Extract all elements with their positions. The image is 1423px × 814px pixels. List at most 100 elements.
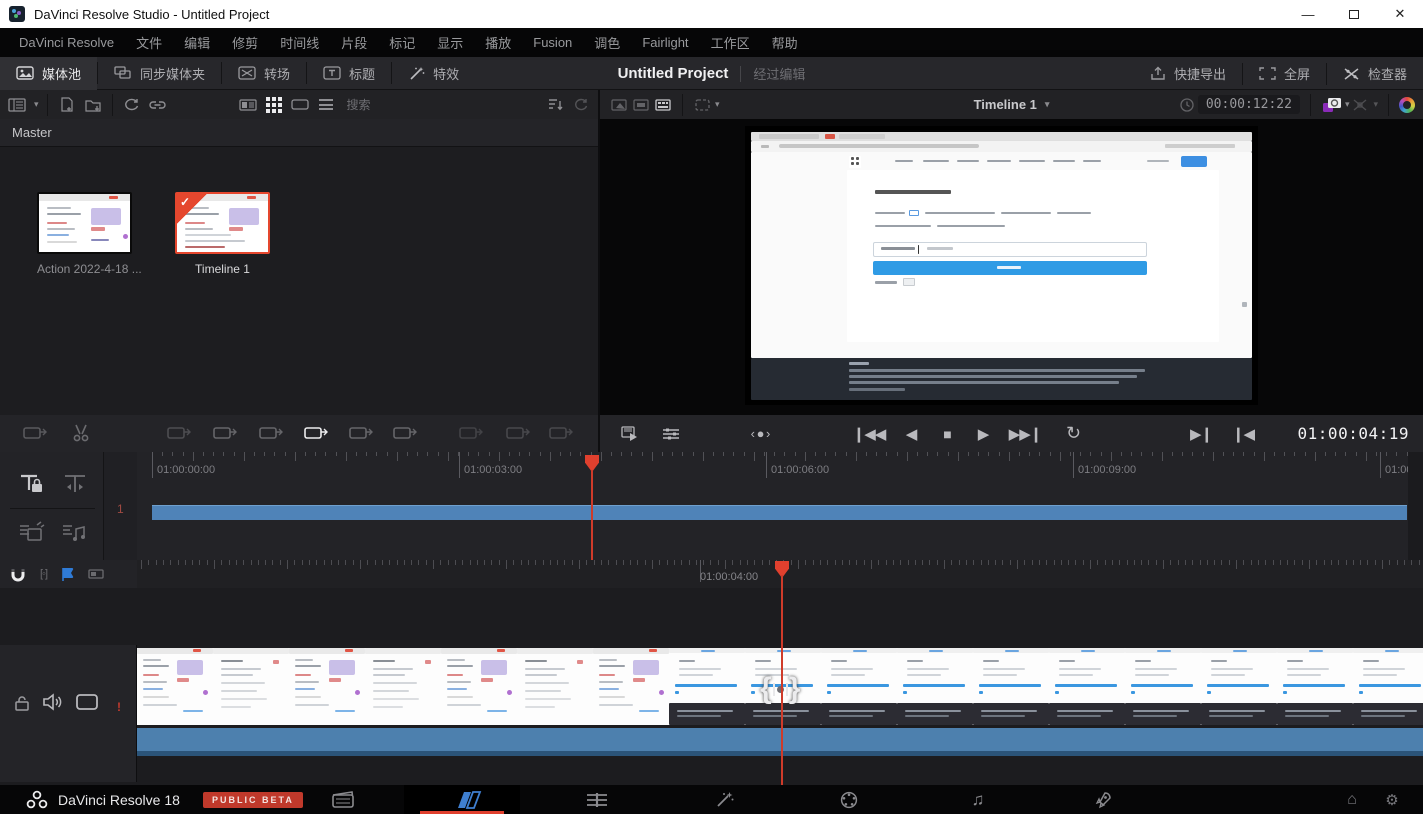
menu-item-0[interactable]: DaVinci Resolve [8, 35, 125, 50]
source-clip-view-button[interactable] [608, 95, 630, 115]
effects-button[interactable]: 特效 [392, 57, 475, 90]
loop-button[interactable]: ↻ [1058, 415, 1088, 452]
dynamic-trim-icon[interactable]: [◦] [40, 568, 47, 580]
clip-info-icon[interactable] [88, 569, 104, 579]
upper-timeline-ruler[interactable]: 01:00:00:0001:00:03:0001:00:06:0001:00:0… [137, 452, 1423, 478]
page-fairlight-icon[interactable]: ♫ [953, 785, 1003, 814]
replace-clip-icon[interactable] [258, 423, 288, 444]
go-to-end-button[interactable]: ▶▶❙ [1004, 415, 1046, 452]
sort-button[interactable] [544, 95, 566, 115]
project-manager-home-icon[interactable]: ⌂ [1336, 785, 1368, 814]
audio-track-bar[interactable] [137, 728, 1423, 756]
fit-to-fill-icon[interactable] [505, 423, 535, 444]
close-button[interactable]: ✕ [1377, 0, 1423, 28]
page-color-icon[interactable] [824, 785, 874, 814]
split-clips-tool-icon[interactable] [15, 518, 49, 546]
overview-clip-bar[interactable] [152, 505, 1407, 520]
resolve-fx-color-icon[interactable] [1399, 97, 1415, 113]
page-fusion-icon[interactable] [699, 785, 749, 814]
place-on-top-icon[interactable] [303, 423, 333, 444]
overwrite-clip-icon[interactable] [212, 423, 242, 444]
maximize-button[interactable] [1331, 0, 1377, 28]
new-timeline-button[interactable] [56, 95, 78, 115]
quick-export-button[interactable]: 快捷导出 [1134, 57, 1242, 90]
search-input[interactable] [347, 98, 534, 112]
razor-icon[interactable] [68, 423, 98, 444]
audio-trim-tool-icon[interactable] [58, 518, 92, 546]
ripple-overwrite-icon[interactable] [392, 423, 422, 444]
marker-flag-icon[interactable] [61, 567, 74, 581]
track-lock-tool-icon[interactable] [15, 470, 49, 498]
timeline-view-options-icon[interactable] [22, 423, 52, 444]
titles-button[interactable]: 标题 [307, 57, 391, 90]
minimize-button[interactable]: — [1285, 0, 1331, 28]
play-reverse-button[interactable]: ◀ [896, 415, 926, 452]
page-edit-icon[interactable] [572, 785, 622, 814]
stop-button[interactable]: ■ [932, 415, 962, 452]
refresh-button[interactable] [570, 95, 592, 115]
page-media-icon[interactable] [318, 785, 368, 814]
track-lock-icon[interactable] [14, 695, 30, 711]
menu-item-1[interactable]: 文件 [125, 33, 173, 52]
go-to-start-button[interactable]: ❙◀◀ [848, 415, 890, 452]
trim-mode-tool-icon[interactable] [58, 470, 92, 498]
source-tape-view-button[interactable] [630, 95, 652, 115]
append-at-end-icon[interactable] [348, 423, 378, 444]
match-frame-button[interactable]: ❙◀ [1228, 415, 1258, 452]
bin-list-chevron-icon[interactable]: ▾ [34, 99, 39, 110]
media-pool-button[interactable]: 媒体池 [0, 57, 97, 90]
video-enable-icon[interactable] [76, 694, 98, 710]
media-clip-timeline-1[interactable]: Timeline 1 [175, 192, 270, 276]
thumbnail-view-button[interactable] [263, 95, 285, 115]
upper-timeline[interactable]: 01:00:00:0001:00:03:0001:00:06:0001:00:0… [0, 452, 1423, 560]
next-edit-button[interactable]: ▶❙ [1186, 415, 1216, 452]
bin-list-button[interactable] [6, 95, 28, 115]
transform-chevron-icon[interactable]: ▾ [1373, 99, 1378, 110]
playhead-tools-icon[interactable] [618, 415, 644, 452]
close-up-icon[interactable] [458, 423, 488, 444]
menu-item-5[interactable]: 片段 [330, 33, 378, 52]
media-clip-action[interactable]: Action 2022-4-18 ... [37, 192, 132, 276]
menu-item-4[interactable]: 时间线 [269, 33, 330, 52]
page-deliver-icon[interactable] [1078, 785, 1128, 814]
insert-clip-icon[interactable] [166, 423, 196, 444]
transform-button[interactable] [1349, 95, 1371, 115]
timeline-playhead-line[interactable] [781, 575, 783, 785]
settings-gear-icon[interactable]: ⚙ [1376, 785, 1408, 814]
list-view-button[interactable] [315, 95, 337, 115]
snapping-magnet-icon[interactable] [10, 567, 26, 582]
lower-timeline[interactable]: ! {} [0, 588, 1423, 785]
page-cut-icon[interactable] [445, 785, 495, 814]
tools-mixer-icon[interactable] [658, 415, 684, 452]
metadata-view-button[interactable] [237, 95, 259, 115]
menu-item-6[interactable]: 标记 [378, 33, 426, 52]
video-frame[interactable] [745, 126, 1258, 405]
jog-control[interactable]: ‹ ● › [735, 415, 785, 452]
play-button[interactable]: ▶ [968, 415, 998, 452]
menu-item-10[interactable]: 调色 [583, 33, 631, 52]
filmstrip-view-button[interactable] [289, 95, 311, 115]
audio-mute-icon[interactable] [42, 693, 62, 711]
timeline-view-button[interactable] [652, 95, 674, 115]
full-screen-button[interactable]: 全屏 [1243, 57, 1326, 90]
lower-ruler-row[interactable]: 01:00:04:00 [◦] [0, 560, 1423, 588]
search-field[interactable] [347, 95, 534, 115]
sync-bin-button[interactable]: 同步媒体夹 [98, 57, 221, 90]
transitions-button[interactable]: 转场 [222, 57, 306, 90]
viewer-overlay-button[interactable] [691, 95, 713, 115]
viewer-overlay-chevron-icon[interactable]: ▾ [715, 99, 720, 110]
menu-item-9[interactable]: Fusion [522, 35, 583, 50]
camera-grab-button[interactable] [1321, 95, 1343, 115]
menu-item-2[interactable]: 编辑 [173, 33, 221, 52]
menu-item-8[interactable]: 播放 [474, 33, 522, 52]
menu-item-11[interactable]: Fairlight [631, 35, 699, 50]
menu-item-13[interactable]: 帮助 [761, 33, 809, 52]
import-media-button[interactable] [82, 95, 104, 115]
menu-item-7[interactable]: 显示 [426, 33, 474, 52]
overview-playhead-line[interactable] [591, 470, 593, 560]
menu-item-12[interactable]: 工作区 [700, 33, 761, 52]
inspector-button[interactable]: 检查器 [1327, 57, 1423, 90]
sync-clips-button[interactable] [121, 95, 143, 115]
smart-insert-icon[interactable] [548, 423, 578, 444]
relink-media-button[interactable] [147, 95, 169, 115]
